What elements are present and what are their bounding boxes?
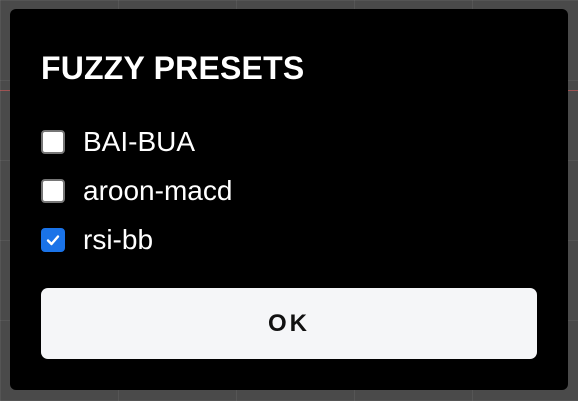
preset-checkbox-bai-bua[interactable] — [41, 129, 65, 154]
checkmark-icon — [46, 234, 60, 245]
fuzzy-presets-dialog: FUZZY PRESETS BAI-BUA aroon-macd rsi-bb … — [10, 9, 568, 390]
preset-checkbox-rsi-bb[interactable] — [41, 227, 65, 252]
preset-list: BAI-BUA aroon-macd rsi-bb — [41, 117, 232, 264]
preset-item-rsi-bb[interactable]: rsi-bb — [41, 215, 232, 264]
preset-label-rsi-bb: rsi-bb — [83, 223, 154, 255]
preset-item-bai-bua[interactable]: BAI-BUA — [41, 117, 232, 166]
preset-item-aroon-macd[interactable]: aroon-macd — [41, 166, 232, 215]
ok-button[interactable]: OK — [41, 288, 537, 359]
preset-label-aroon-macd: aroon-macd — [83, 174, 233, 206]
preset-checkbox-aroon-macd[interactable] — [41, 178, 65, 203]
preset-label-bai-bua: BAI-BUA — [83, 125, 196, 157]
dialog-title: FUZZY PRESETS — [41, 50, 305, 86]
